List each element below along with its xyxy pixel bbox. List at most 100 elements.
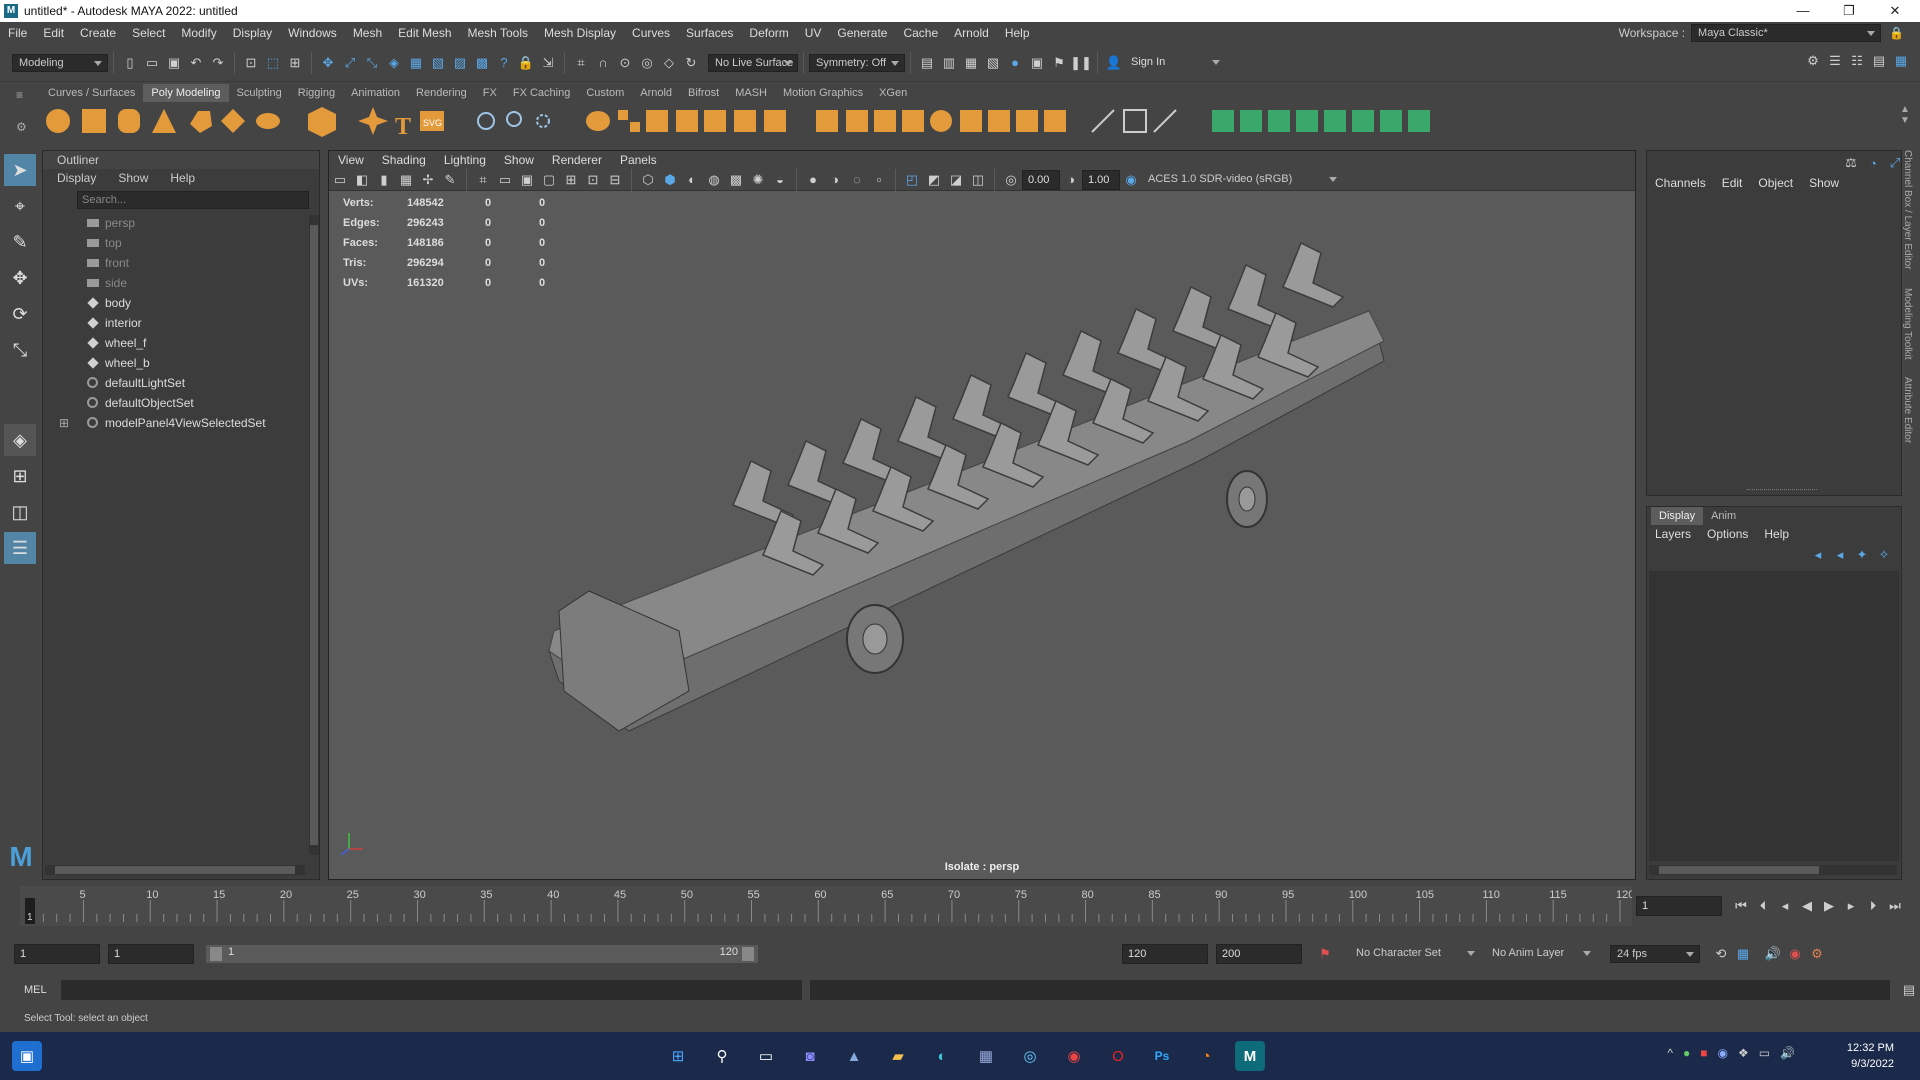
menu-item[interactable]: UV [797,22,830,44]
menu-item[interactable]: Display [225,22,280,44]
outliner-item[interactable]: side [43,273,319,293]
select-component-icon[interactable]: ⊞ [286,54,304,72]
menu-item[interactable]: Create [72,22,124,44]
separate-icon[interactable] [618,110,628,120]
menu-item[interactable]: Mesh Display [536,22,624,44]
smooth-shade-icon[interactable]: ⬢ [661,171,679,189]
highlight-icon[interactable]: ⇲ [539,54,557,72]
menu-item[interactable]: Cache [895,22,946,44]
pause-icon[interactable]: ❚❚ [1070,54,1092,72]
viewport-menu-item[interactable]: Show [495,151,543,169]
four-view-icon[interactable]: ⊞ [4,460,36,492]
symmetry-dropdown[interactable]: Symmetry: Off [809,53,905,72]
viewport-menu-item[interactable]: View [329,151,373,169]
camera-attr-icon[interactable]: ◧ [353,171,371,189]
automatic-map-icon[interactable] [1123,109,1147,133]
move-layer-up-icon[interactable]: ◂ [1809,546,1827,564]
step-back-key-icon[interactable]: ⏴ [1754,897,1772,915]
camera-select-icon[interactable]: ▭ [331,171,349,189]
outliner-item[interactable]: front [43,253,319,273]
render-view-icon[interactable]: ▤ [918,54,936,72]
bevel-icon[interactable] [734,110,756,132]
volume-icon[interactable]: 🔊 [1780,1046,1795,1060]
select-tool-icon[interactable]: ➤ [4,154,36,186]
outliner-menu-item[interactable]: Show [104,169,156,187]
side-tab[interactable]: Channel Box / Layer Editor [1902,150,1913,270]
outliner-item[interactable]: top [43,233,319,253]
remesh-icon[interactable] [1044,110,1066,132]
script-editor-icon[interactable]: ▤ [1900,981,1918,999]
new-layer-icon[interactable]: ✦ [1853,546,1871,564]
wrap-icon[interactable] [1268,110,1290,132]
antialias-icon[interactable]: ◌ [848,171,866,189]
sound-icon[interactable]: 🔊 [1764,945,1782,963]
render-settings-icon[interactable]: ▧ [984,54,1002,72]
chat-icon[interactable]: ◙ [795,1041,825,1071]
time-slider[interactable]: 5 10 15 20 25 30 35 40 45 50 55 60 65 70 75 80 85 90 95 100… [20,886,1634,926]
character-set-dropdown[interactable]: No Character Set [1350,945,1480,963]
layer-editor-menu-item[interactable]: Options [1699,525,1756,543]
bridge-icon[interactable] [704,110,726,132]
grid-icon[interactable] [1352,110,1374,132]
type-tool-icon[interactable]: T [395,114,411,140]
menu-item[interactable]: Arnold [946,22,997,44]
snap-curve-icon[interactable]: ∩ [594,54,612,72]
layer-editor-menu-item[interactable]: Help [1756,525,1797,543]
menu-item[interactable]: Mesh [345,22,390,44]
scale-tool-icon[interactable]: ⤡ [4,334,36,366]
outliner-menu-item[interactable]: Help [156,169,203,187]
user-icon[interactable]: 👤 [1105,54,1123,72]
viewport-panel[interactable]: View Shading Lighting Show Renderer Panels ▭ … [328,150,1636,880]
task-view-icon[interactable]: ▭ [751,1041,781,1071]
tray-expand-icon[interactable]: ^ [1667,1046,1673,1060]
outliner-item[interactable]: wheel_b [43,353,319,373]
menu-item[interactable]: Modify [173,22,224,44]
poly-cone-icon[interactable] [152,109,176,133]
poly-cylinder-icon[interactable] [118,109,140,133]
channelbox-menu-item[interactable]: Show [1801,174,1847,192]
viewport-menu-item[interactable]: Shading [373,151,435,169]
shelf-tab[interactable]: FX [475,84,505,102]
close-button[interactable]: ✕ [1872,0,1918,22]
merge-icon[interactable] [874,110,896,132]
lasso-tool-icon[interactable]: ⌖ [4,190,36,222]
cache-playback-icon[interactable]: ▦ [1734,945,1752,963]
open-scene-icon[interactable]: ▭ [143,54,161,72]
loop-icon[interactable]: ⟲ [1712,945,1730,963]
menu-item[interactable]: Select [124,22,173,44]
color-management-icon[interactable]: ◉ [1122,171,1140,189]
outliner-item[interactable]: ⊞ modelPanel4ViewSelectedSet [43,413,319,433]
grid-icon[interactable]: ⌗ [474,171,492,189]
insert-edge-loop-icon[interactable] [846,110,868,132]
minimize-button[interactable]: — [1780,0,1826,22]
search-icon[interactable]: ⚲ [707,1041,737,1071]
workspace-dropdown[interactable]: Maya Classic* [1691,24,1882,42]
mel-label[interactable]: MEL [24,984,47,996]
exposure-field[interactable]: 0.00 [1022,169,1060,190]
bookmark-icon[interactable]: ▮ [375,171,393,189]
arnold-render-icon[interactable]: ▣ [1028,54,1046,72]
snap-rotate-icon[interactable]: ↻ [682,54,700,72]
chrome-icon[interactable]: ◉ [1059,1041,1089,1071]
step-back-frame-icon[interactable]: ◂ [1776,897,1794,915]
menu-item[interactable]: Mesh Tools [460,22,536,44]
lock-selection-icon[interactable]: 🔒 [517,54,535,72]
layer-horizontal-scrollbar[interactable] [1649,865,1897,875]
mask-8-icon[interactable]: ▩ [473,54,491,72]
layer-editor-menu-item[interactable]: Layers [1647,525,1699,543]
clock[interactable]: 12:32 PM 9/3/2022 [1847,1040,1894,1072]
file-explorer-icon[interactable]: ▰ [883,1041,913,1071]
super-shape-icon[interactable] [358,107,388,135]
menu-item[interactable]: Windows [280,22,345,44]
viewport-menu-item[interactable]: Panels [611,151,666,169]
shelf-tab[interactable]: Motion Graphics [775,84,871,102]
outliner-toggle-icon[interactable]: ▤ [1870,52,1888,70]
fill-hole-icon[interactable] [902,110,924,132]
sign-in-dropdown[interactable]: Sign In [1125,53,1225,72]
lattice-icon[interactable] [1212,110,1234,132]
channelbox-menu-item[interactable]: Channels [1647,174,1714,192]
menu-item[interactable]: Edit [35,22,72,44]
start-icon[interactable]: ⊞ [663,1041,693,1071]
menu-item[interactable]: File [0,22,35,44]
2d-pan-icon[interactable]: ✢ [419,171,437,189]
